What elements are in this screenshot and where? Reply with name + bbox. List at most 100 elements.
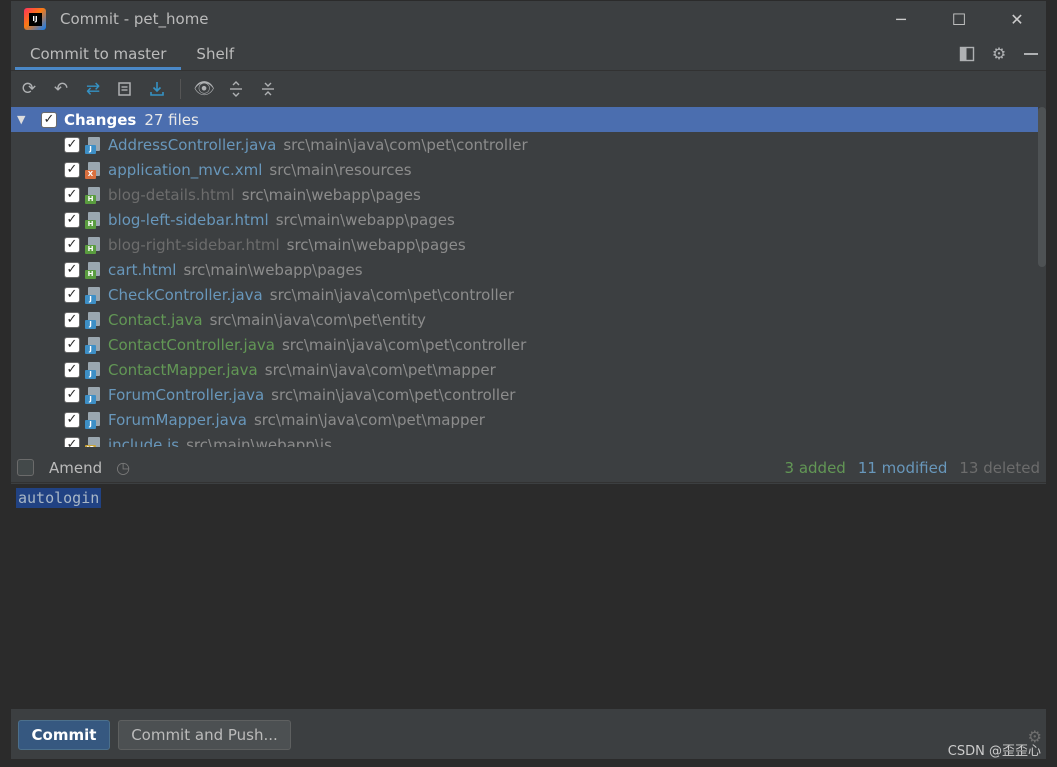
modified-count: 11 modified (857, 458, 948, 477)
file-checkbox[interactable]: ✓ (64, 411, 80, 428)
window-title: Commit - pet_home (60, 10, 209, 28)
file-row[interactable]: ✓ J ForumMapper.java src\main\java\com\pet\… (11, 407, 1038, 432)
dialog-footer: Commit Commit and Push... ⚙ (11, 709, 1046, 761)
commit-and-push-button[interactable]: Commit and Push... (118, 720, 291, 750)
background-editor-left (0, 0, 10, 767)
panel-tools: ⚙ (958, 37, 1046, 70)
file-row[interactable]: ✓ Xapplication_mvc.xml src\main\resources (11, 157, 1038, 182)
layout-icon[interactable] (958, 45, 976, 63)
file-path: src\main\resources (269, 160, 412, 179)
gear-icon[interactable]: ⚙ (990, 44, 1008, 63)
html-file-icon: H (85, 186, 103, 204)
amend-label[interactable]: Amend (49, 459, 102, 477)
minimize-panel-icon[interactable] (1022, 45, 1040, 63)
file-checkbox[interactable]: ✓ (64, 386, 80, 403)
java-file-icon: J (85, 311, 103, 329)
file-path: src\main\webapp\pages (241, 185, 421, 204)
changes-tree: ▼ ✓ Changes 27 files ✓ J AddressController… (11, 107, 1038, 447)
file-row[interactable]: ✓ J CheckController.java src\main\java\com\… (11, 282, 1038, 307)
tab-shelf[interactable]: Shelf (181, 37, 249, 70)
title-bar: IJ Commit - pet_home ─ ☐ ✕ (11, 1, 1046, 37)
file-row[interactable]: ✓ Hblog-left-sidebar.html src\main\webapp\… (11, 207, 1038, 232)
collapse-all-icon[interactable] (256, 77, 280, 101)
file-checkbox[interactable]: ✓ (64, 161, 80, 178)
watermark: CSDN @歪歪心 (947, 744, 1041, 759)
file-row[interactable]: ✓ Hblog-right-sidebar.html src\main\webapp… (11, 232, 1038, 257)
file-name: blog-left-sidebar.html (108, 210, 269, 229)
file-row[interactable]: ✓ J ContactMapper.java src\main\java\com\pe… (11, 357, 1038, 382)
tab-commit-to-master[interactable]: Commit to master (15, 37, 182, 70)
background-editor-right (1047, 0, 1057, 767)
commit-message-editor[interactable]: autologin (11, 484, 1046, 709)
file-row[interactable]: ✓ J ForumController.java src\main\java\com\… (11, 382, 1038, 407)
diff-icon[interactable]: ⇄ (81, 77, 105, 101)
file-path: src\main\java\com\pet\entity (209, 310, 426, 329)
html-file-icon: H (85, 261, 103, 279)
file-checkbox[interactable]: ✓ (64, 311, 80, 328)
minimize-button[interactable]: ─ (872, 1, 930, 37)
file-checkbox[interactable]: ✓ (64, 186, 80, 203)
file-path: src\main\java\com\pet\controller (269, 285, 515, 304)
deleted-count: 13 deleted (959, 458, 1040, 477)
file-checkbox[interactable]: ✓ (64, 211, 80, 228)
js-file-icon: JS (85, 436, 103, 447)
file-name: Contact.java (108, 310, 203, 329)
file-name: ContactController.java (108, 335, 275, 354)
file-name: CheckController.java (108, 285, 263, 304)
xml-file-icon: X (85, 161, 103, 179)
file-name: application_mvc.xml (108, 160, 263, 179)
tab-bar: Commit to master Shelf ⚙ (11, 37, 1046, 71)
amend-checkbox[interactable] (17, 459, 34, 476)
changelist-icon[interactable] (113, 77, 137, 101)
shelve-icon[interactable] (145, 77, 169, 101)
changelist-label: Changes (64, 110, 137, 129)
file-name: include.js (108, 435, 180, 448)
file-path: src\main\webapp\pages (286, 235, 466, 254)
file-row[interactable]: ✓ J ContactController.java src\main\java\co… (11, 332, 1038, 357)
file-checkbox[interactable]: ✓ (64, 436, 80, 447)
commit-button[interactable]: Commit (18, 720, 110, 750)
amend-bar: Amend ◷ 3 added 11 modified 13 deleted (11, 453, 1046, 483)
java-file-icon: J (85, 136, 103, 154)
file-checkbox[interactable]: ✓ (64, 286, 80, 303)
file-row[interactable]: ✓ JS include.js src\main\webapp\js (11, 432, 1038, 447)
file-path: src\main\webapp\pages (183, 260, 363, 279)
file-row[interactable]: ✓ J Contact.java src\main\java\com\pet\enti… (11, 307, 1038, 332)
file-checkbox[interactable]: ✓ (64, 261, 80, 278)
refresh-icon[interactable]: ⟳ (17, 77, 41, 101)
file-path: src\main\java\com\pet\mapper (264, 360, 496, 379)
chevron-down-icon[interactable]: ▼ (17, 113, 31, 126)
file-path: src\main\webapp\pages (275, 210, 455, 229)
close-button[interactable]: ✕ (988, 1, 1046, 37)
file-name: blog-right-sidebar.html (108, 235, 280, 254)
file-row[interactable]: ✓ Hcart.html src\main\webapp\pages (11, 257, 1038, 282)
file-row[interactable]: ✓ Hblog-details.html src\main\webapp\pages (11, 182, 1038, 207)
file-name: AddressController.java (108, 135, 277, 154)
file-path: src\main\java\com\pet\controller (281, 335, 527, 354)
file-name: blog-details.html (108, 185, 235, 204)
changelist-checkbox[interactable]: ✓ (41, 111, 57, 128)
view-options-icon[interactable]: 👁 (192, 77, 216, 101)
expand-all-icon[interactable] (224, 77, 248, 101)
file-name: ForumMapper.java (108, 410, 247, 429)
file-checkbox[interactable]: ✓ (64, 336, 80, 353)
java-file-icon: J (85, 286, 103, 304)
window-controls: ─ ☐ ✕ (872, 1, 1046, 37)
changelist-count: 27 files (144, 110, 199, 129)
java-file-icon: J (85, 361, 103, 379)
rollback-icon[interactable]: ↶ (49, 77, 73, 101)
changelist-header[interactable]: ▼ ✓ Changes 27 files (11, 107, 1038, 132)
html-file-icon: H (85, 236, 103, 254)
file-name: ContactMapper.java (108, 360, 258, 379)
clock-history-icon[interactable]: ◷ (116, 458, 130, 477)
commit-message-text[interactable]: autologin (16, 488, 102, 508)
file-path: src\main\java\com\pet\mapper (253, 410, 485, 429)
commit-dialog: IJ Commit - pet_home ─ ☐ ✕ Commit to mas… (10, 0, 1047, 760)
file-checkbox[interactable]: ✓ (64, 361, 80, 378)
maximize-button[interactable]: ☐ (930, 1, 988, 37)
file-row[interactable]: ✓ J AddressController.java src\main\java\co… (11, 132, 1038, 157)
file-checkbox[interactable]: ✓ (64, 136, 80, 153)
changes-toolbar: ⟳ ↶ ⇄ 👁 (11, 71, 1046, 107)
tree-scrollbar[interactable] (1038, 107, 1046, 267)
file-checkbox[interactable]: ✓ (64, 236, 80, 253)
